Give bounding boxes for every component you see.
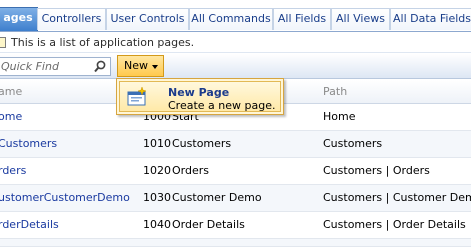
search-icon[interactable] bbox=[92, 59, 108, 75]
tab-user-controls[interactable]: User Controls bbox=[106, 8, 189, 30]
row-index: 1040 bbox=[143, 218, 171, 231]
column-header-path[interactable]: Path bbox=[323, 85, 347, 98]
toolbar: Quick Find New bbox=[0, 54, 471, 79]
column-header-name[interactable]: ame bbox=[0, 85, 22, 98]
new-button-label: New bbox=[124, 59, 148, 72]
chevron-down-icon bbox=[152, 65, 158, 69]
row-path: Customers | Customer Demo bbox=[323, 191, 471, 204]
row-title: Orders bbox=[172, 164, 209, 177]
tab-all-views[interactable]: All Views bbox=[331, 8, 390, 30]
table-row[interactable]: rderDetails 1040 Order Details Customers… bbox=[0, 212, 471, 239]
row-name-link[interactable]: rders bbox=[0, 164, 26, 177]
tab-all-fields[interactable]: All Fields bbox=[273, 8, 331, 30]
page-info-icon bbox=[0, 37, 6, 48]
description-bar: This is a list of application pages. bbox=[0, 31, 471, 53]
tab-pages[interactable]: ages bbox=[0, 7, 38, 31]
tab-bar: ages Controllers User Controls All Comma… bbox=[0, 0, 471, 31]
row-name-link[interactable]: ome bbox=[0, 110, 22, 123]
row-title: Order Details bbox=[172, 218, 245, 231]
row-title: Customers bbox=[172, 137, 232, 150]
table-row bbox=[0, 239, 471, 247]
tab-all-commands[interactable]: All Commands bbox=[189, 8, 273, 30]
description-text: This is a list of application pages. bbox=[11, 36, 195, 49]
row-path: Customers bbox=[323, 137, 383, 150]
quick-find-placeholder: Quick Find bbox=[1, 60, 59, 73]
row-name-link[interactable]: rderDetails bbox=[0, 218, 59, 231]
menu-item-description: Create a new page. bbox=[168, 99, 276, 112]
table-row[interactable]: rders 1020 Orders Customers | Orders bbox=[0, 158, 471, 185]
row-name-link[interactable]: Customers bbox=[0, 137, 57, 150]
new-dropdown-menu: New Page Create a new page. bbox=[116, 78, 284, 115]
quick-find-input[interactable]: Quick Find bbox=[0, 57, 111, 76]
tab-all-data-fields[interactable]: All Data Fields bbox=[390, 8, 471, 30]
row-path: Customers | Orders bbox=[323, 164, 430, 177]
menu-item-new-page[interactable]: New Page Create a new page. bbox=[119, 81, 281, 112]
menu-item-title: New Page bbox=[168, 86, 230, 99]
row-index: 1020 bbox=[143, 164, 171, 177]
table-row[interactable]: ustomerCustomerDemo 1030 Customer Demo C… bbox=[0, 185, 471, 212]
row-path: Home bbox=[323, 110, 356, 123]
row-name-link[interactable]: ustomerCustomerDemo bbox=[0, 191, 130, 204]
tab-controllers[interactable]: Controllers bbox=[37, 8, 106, 30]
new-page-icon bbox=[127, 86, 147, 106]
table-row[interactable]: Customers 1010 Customers Customers bbox=[0, 131, 471, 158]
row-path: Customers | Order Details bbox=[323, 218, 466, 231]
row-index: 1030 bbox=[143, 191, 171, 204]
row-index: 1010 bbox=[143, 137, 171, 150]
new-button[interactable]: New bbox=[117, 55, 164, 77]
row-title: Customer Demo bbox=[172, 191, 262, 204]
